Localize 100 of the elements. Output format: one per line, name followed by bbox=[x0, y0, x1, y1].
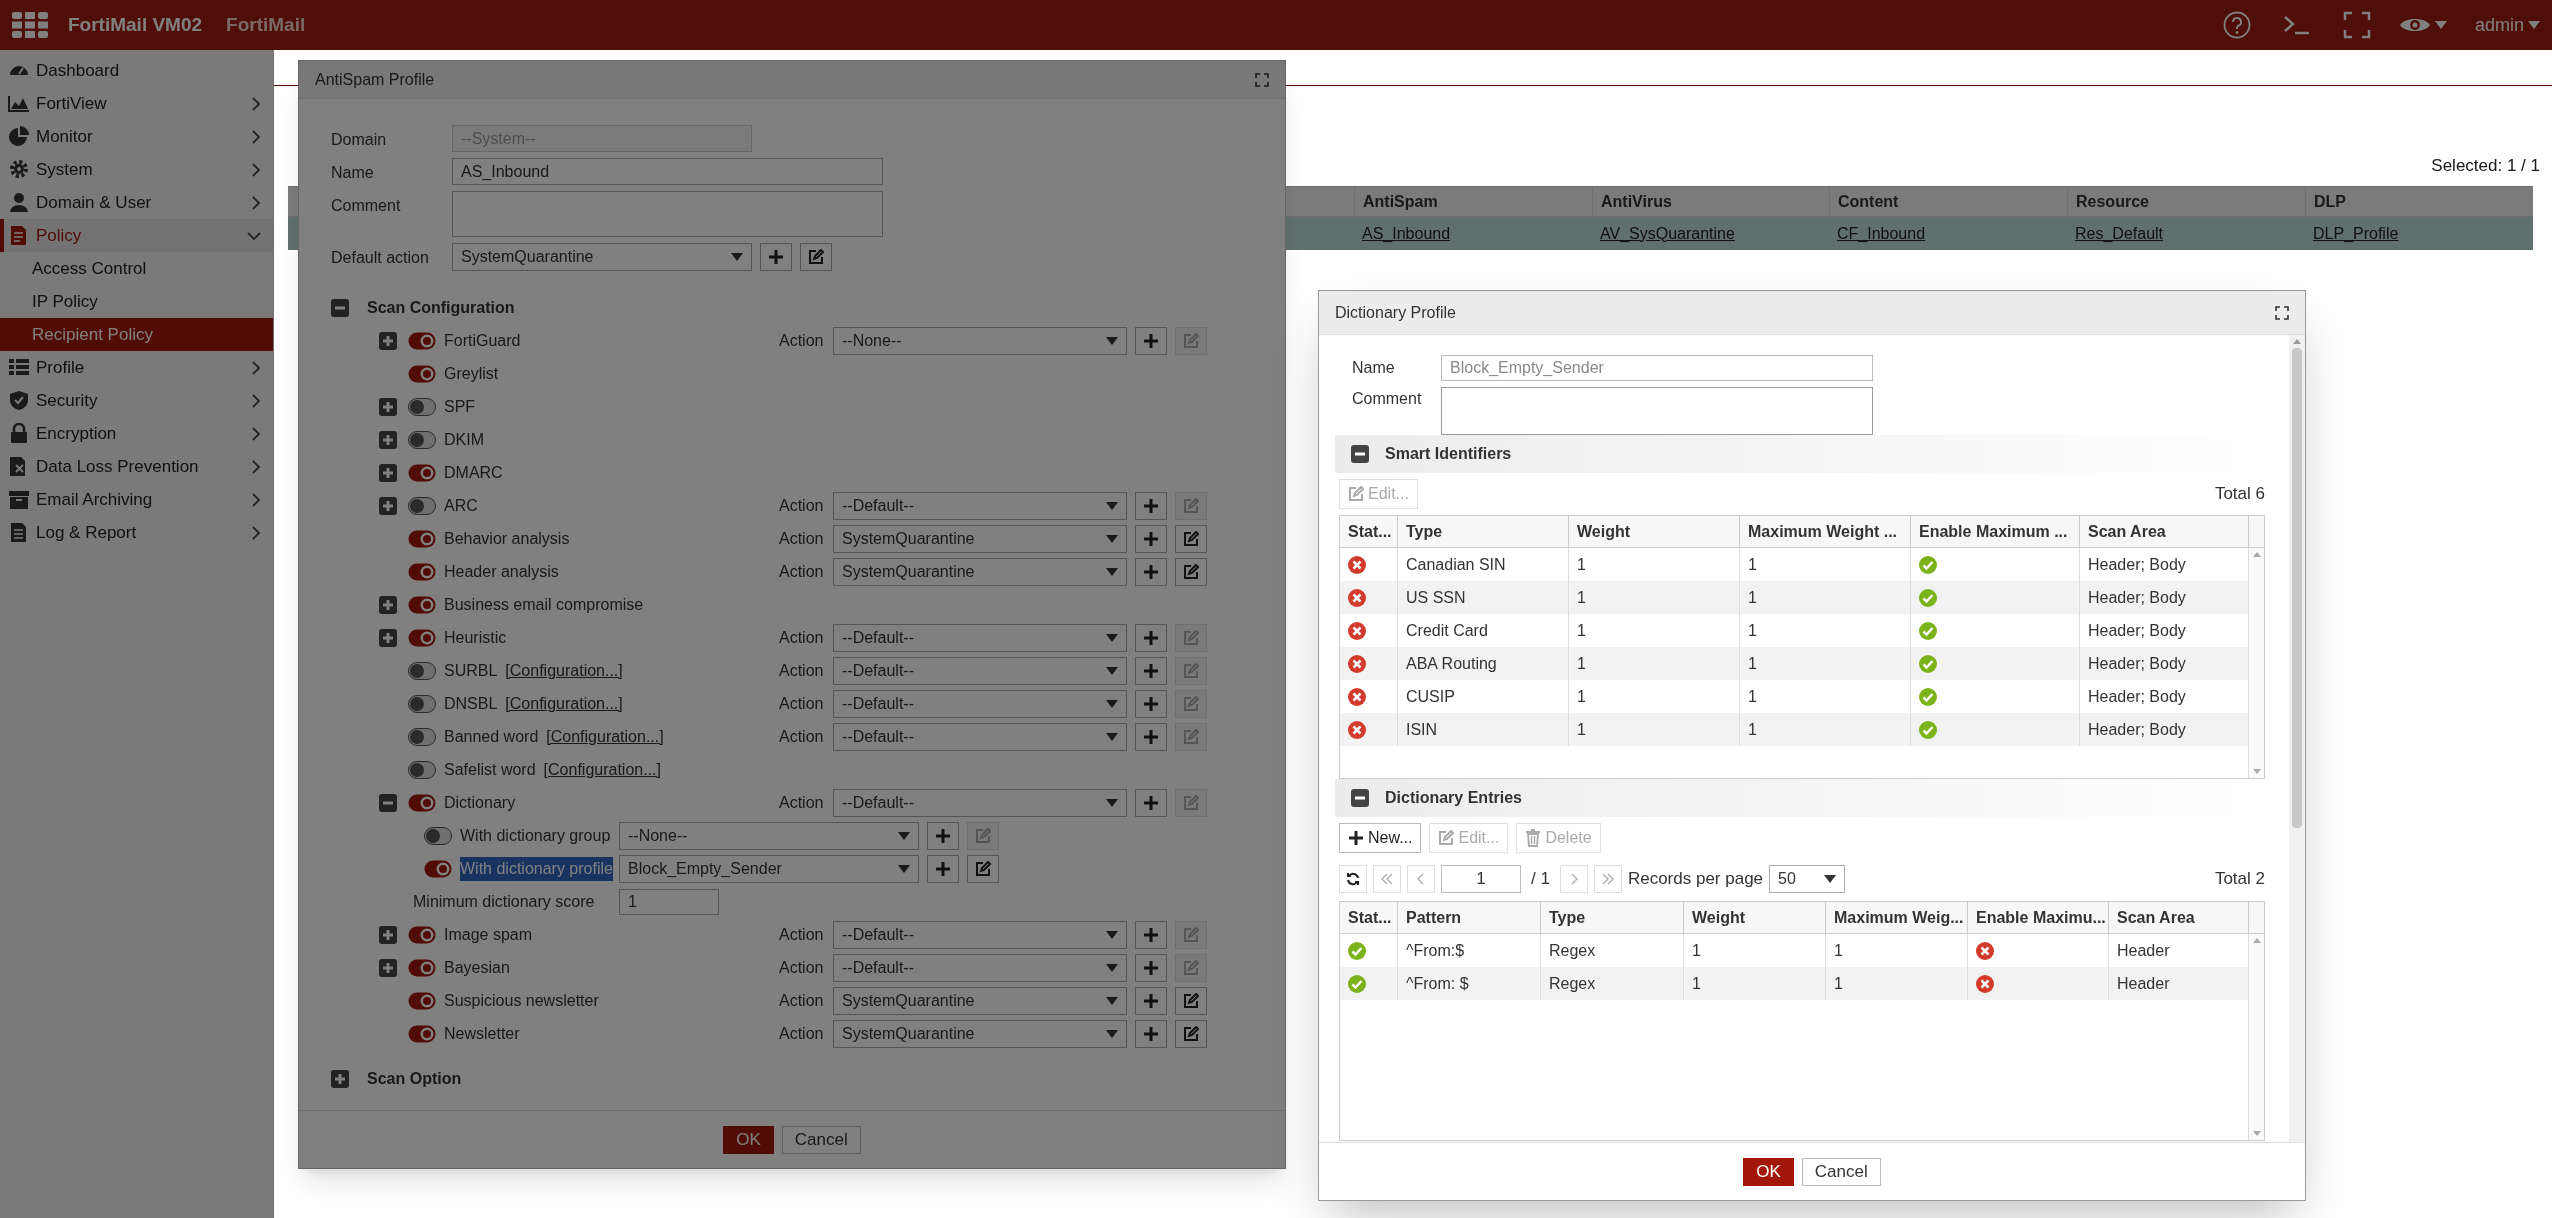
score-field[interactable]: 1 bbox=[619, 888, 719, 915]
add-button[interactable] bbox=[1135, 1019, 1167, 1048]
first-page-button[interactable] bbox=[1373, 865, 1401, 893]
column-header[interactable]: Resource bbox=[2067, 187, 2305, 216]
sidebar-item[interactable]: Log & Report bbox=[0, 516, 273, 549]
page-field[interactable]: 1 bbox=[1441, 865, 1521, 893]
maximize-icon[interactable] bbox=[2275, 305, 2289, 320]
column-header[interactable]: Type bbox=[1540, 902, 1683, 933]
configuration-link[interactable]: [Configuration...] bbox=[505, 691, 623, 716]
collapse-icon[interactable] bbox=[379, 793, 397, 812]
dictionary-select[interactable]: Block_Empty_Sender bbox=[619, 854, 919, 883]
sidebar-subitem[interactable]: Recipient Policy bbox=[0, 318, 273, 351]
profile-link[interactable]: AV_SysQuarantine bbox=[1600, 221, 1735, 246]
add-button[interactable] bbox=[1135, 326, 1167, 355]
profile-link[interactable]: AS_Inbound bbox=[1362, 221, 1451, 246]
maximize-icon[interactable] bbox=[1255, 72, 1269, 87]
fullscreen-icon[interactable] bbox=[2342, 11, 2371, 39]
terminal-icon[interactable] bbox=[2282, 14, 2311, 36]
ok-button[interactable]: OK bbox=[723, 1125, 774, 1154]
sidebar-item[interactable]: Domain & User bbox=[0, 186, 273, 219]
expand-icon[interactable] bbox=[379, 595, 397, 614]
column-header[interactable]: Content bbox=[1829, 187, 2067, 216]
sidebar-item[interactable]: Monitor bbox=[0, 120, 273, 153]
column-header[interactable]: Pattern bbox=[1397, 902, 1540, 933]
add-button[interactable] bbox=[1135, 953, 1167, 982]
configuration-link[interactable]: [Configuration...] bbox=[546, 724, 664, 749]
edit-button[interactable] bbox=[800, 243, 832, 271]
toggle-switch[interactable] bbox=[408, 694, 436, 713]
add-button[interactable] bbox=[927, 821, 959, 850]
refresh-button[interactable] bbox=[1339, 865, 1367, 893]
action-select[interactable]: SystemQuarantine bbox=[833, 986, 1127, 1015]
column-header[interactable]: Scan Area bbox=[2079, 516, 2248, 547]
add-button[interactable] bbox=[1135, 557, 1167, 586]
profile-link[interactable]: Res_Default bbox=[2075, 221, 2164, 246]
expand-icon[interactable] bbox=[379, 331, 397, 350]
action-select[interactable]: --Default-- bbox=[833, 722, 1127, 751]
comment-field[interactable] bbox=[452, 191, 883, 237]
column-header[interactable]: Enable Maximum ... bbox=[1910, 516, 2079, 547]
profile-link[interactable]: CF_Inbound bbox=[1837, 221, 1926, 246]
cancel-button[interactable]: Cancel bbox=[781, 1125, 861, 1154]
toggle-switch[interactable] bbox=[408, 397, 436, 416]
toggle-switch[interactable] bbox=[408, 958, 436, 977]
column-header[interactable]: Maximum Weight ... bbox=[1739, 516, 1910, 547]
toggle-switch[interactable] bbox=[408, 496, 436, 515]
add-button[interactable] bbox=[1135, 722, 1167, 751]
column-header[interactable]: Type bbox=[1397, 516, 1568, 547]
toggle-switch[interactable] bbox=[408, 331, 436, 350]
toggle-switch[interactable] bbox=[408, 529, 436, 548]
column-header[interactable]: DLP bbox=[2305, 187, 2533, 216]
section-toggle-icon[interactable] bbox=[331, 1069, 349, 1088]
action-select[interactable]: --Default-- bbox=[833, 656, 1127, 685]
action-select[interactable]: --Default-- bbox=[833, 953, 1127, 982]
sidebar-item[interactable]: FortiView bbox=[0, 87, 273, 120]
sidebar-item[interactable]: Email Archiving bbox=[0, 483, 273, 516]
user-menu[interactable]: admin bbox=[2474, 11, 2540, 39]
edit-button[interactable] bbox=[1175, 1019, 1207, 1048]
toggle-switch[interactable] bbox=[424, 826, 452, 845]
toggle-switch[interactable] bbox=[408, 364, 436, 383]
action-select[interactable]: --Default-- bbox=[833, 788, 1127, 817]
scrollbar[interactable] bbox=[2248, 934, 2264, 1140]
expand-icon[interactable] bbox=[379, 958, 397, 977]
sidebar-item[interactable]: Profile bbox=[0, 351, 273, 384]
toggle-switch[interactable] bbox=[408, 991, 436, 1010]
action-select[interactable]: --Default-- bbox=[833, 689, 1127, 718]
expand-icon[interactable] bbox=[379, 628, 397, 647]
add-button[interactable] bbox=[927, 854, 959, 883]
sidebar-item[interactable]: Security bbox=[0, 384, 273, 417]
toggle-switch[interactable] bbox=[408, 1024, 436, 1043]
add-button[interactable] bbox=[1135, 920, 1167, 949]
last-page-button[interactable] bbox=[1593, 865, 1622, 893]
edit-button[interactable] bbox=[1175, 557, 1207, 586]
configuration-link[interactable]: [Configuration...] bbox=[505, 658, 623, 683]
ok-button[interactable]: OK bbox=[1743, 1157, 1794, 1186]
scroll-thumb[interactable] bbox=[2292, 348, 2302, 828]
records-select[interactable]: 50 bbox=[1769, 865, 1846, 893]
column-header[interactable]: Stat... bbox=[1340, 516, 1397, 547]
column-header[interactable]: AntiSpam bbox=[1354, 187, 1592, 216]
add-button[interactable] bbox=[1135, 689, 1167, 718]
add-button[interactable] bbox=[1135, 656, 1167, 685]
add-button[interactable] bbox=[1135, 491, 1167, 520]
sidebar-item[interactable]: Encryption bbox=[0, 417, 273, 450]
expand-icon[interactable] bbox=[379, 925, 397, 944]
toggle-switch[interactable] bbox=[408, 760, 436, 779]
scrollbar[interactable] bbox=[2248, 548, 2264, 778]
edit-button[interactable] bbox=[1175, 986, 1207, 1015]
column-header[interactable]: Weight bbox=[1683, 902, 1825, 933]
action-select[interactable]: --None-- bbox=[833, 326, 1127, 355]
edit-button[interactable] bbox=[1175, 524, 1207, 553]
section-toggle-icon[interactable] bbox=[1351, 789, 1369, 807]
configuration-link[interactable]: [Configuration...] bbox=[543, 757, 661, 782]
column-header[interactable]: Weight bbox=[1568, 516, 1739, 547]
toggle-switch[interactable] bbox=[408, 595, 436, 614]
add-button[interactable] bbox=[1135, 986, 1167, 1015]
column-header[interactable]: Stat... bbox=[1340, 902, 1397, 933]
sidebar-subitem[interactable]: Access Control bbox=[0, 252, 273, 285]
toggle-switch[interactable] bbox=[408, 628, 436, 647]
sidebar-item[interactable]: Dashboard bbox=[0, 54, 273, 87]
scrollbar[interactable] bbox=[2289, 335, 2305, 1142]
expand-icon[interactable] bbox=[379, 430, 397, 449]
sidebar-item[interactable]: System bbox=[0, 153, 273, 186]
